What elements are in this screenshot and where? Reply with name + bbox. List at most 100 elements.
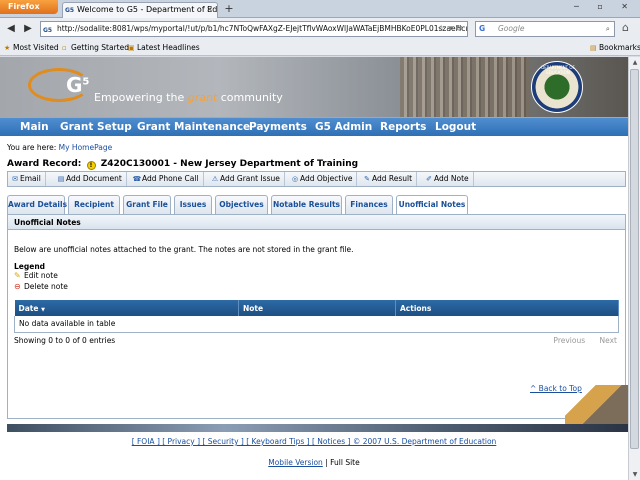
award-record-value: Z420C130001 - New Jersey Department of T… [100, 159, 359, 169]
full-site-label: | Full Site [322, 458, 360, 467]
browser-tab[interactable]: G5 Welcome to G5 - Department of Educati… [62, 2, 218, 18]
breadcrumb: You are here: My HomePage [7, 143, 113, 152]
add-document-button[interactable]: ▤ Add Document [56, 172, 127, 186]
previous-page-button[interactable]: Previous [553, 336, 585, 345]
scroll-thumb[interactable] [630, 69, 639, 449]
bookmarks-icon: ▤ [590, 44, 597, 52]
bookmark-latest-headlines[interactable]: ▣ Latest Headlines [128, 40, 200, 56]
browser-titlebar: Firefox G5 Welcome to G5 - Department of… [0, 0, 640, 18]
page-icon: ▫ [62, 44, 67, 52]
column-date[interactable]: Date ▼ [14, 300, 239, 316]
pagination: Previous Next [541, 336, 617, 345]
add-note-button[interactable]: ✐ Add Note [424, 172, 474, 186]
page-content: G5 Empowering the grant community DEPART… [0, 57, 628, 480]
issue-icon: ⚠ [211, 175, 219, 183]
envelope-icon: ✉ [12, 175, 18, 183]
menu-grant-setup[interactable]: Grant Setup [60, 118, 132, 136]
tab-title: Welcome to G5 - Department of Educati... [77, 5, 218, 14]
browser-navbar: ◀ ▶ G5 http://sodalite:8081/wps/myportal… [0, 18, 640, 40]
vertical-scrollbar[interactable]: ▲ ▼ [628, 57, 640, 480]
next-page-button[interactable]: Next [600, 336, 617, 345]
panel-description: Below are unofficial notes attached to t… [14, 245, 354, 254]
scroll-up-icon[interactable]: ▲ [629, 57, 640, 68]
menu-logout[interactable]: Logout [435, 118, 476, 136]
legend-edit: ✎ Edit note [14, 271, 58, 280]
menu-payments[interactable]: Payments [249, 118, 307, 136]
table-row: No data available in table [14, 316, 619, 333]
result-icon: ✎ [364, 175, 370, 183]
header-banner: G5 Empowering the grant community DEPART… [0, 57, 628, 117]
warning-icon: ! [86, 161, 96, 170]
window-controls[interactable]: ─ ▫ ✕ [574, 2, 636, 11]
forward-icon[interactable]: ▶ [21, 22, 35, 36]
menu-main[interactable]: Main [20, 118, 49, 136]
bookmarks-toolbar: ★ Most Visited ▫ Getting Started ▣ Latest H… [0, 40, 640, 56]
tab-grant-file[interactable]: Grant File [123, 195, 171, 214]
library-shelves [400, 57, 530, 117]
award-record-title: Award Record: ! Z420C130001 - New Jersey… [7, 159, 359, 170]
legend-title: Legend [14, 262, 46, 271]
phone-icon: ☎ [132, 175, 142, 183]
search-input[interactable]: G Google ⌕ [475, 21, 615, 37]
rss-icon: ▣ [128, 44, 135, 52]
tagline: Empowering the grant community [94, 91, 283, 104]
tab-objectives[interactable]: Objectives [215, 195, 268, 214]
table-info: Showing 0 to 0 of 0 entries [14, 336, 116, 345]
add-result-button[interactable]: ✎ Add Result [362, 172, 418, 186]
tab-unofficial-notes[interactable]: Unofficial Notes [396, 195, 468, 215]
breadcrumb-home-link[interactable]: My HomePage [59, 143, 113, 152]
tab-award-details[interactable]: Award Details [7, 195, 67, 214]
tab-finances[interactable]: Finances [345, 195, 393, 214]
site-favicon-icon: G5 [43, 27, 53, 34]
menu-g5-admin[interactable]: G5 Admin [315, 118, 372, 136]
action-toolbar: ✉ Email ▤ Add Document ☎Add Phone Call ⚠ Ad… [7, 171, 626, 187]
add-phone-call-button[interactable]: ☎Add Phone Call [132, 172, 204, 186]
mobile-version-link[interactable]: Mobile Version [268, 458, 323, 467]
main-menu: Main Grant Setup Grant Maintenance Payme… [0, 117, 628, 136]
email-button[interactable]: ✉ Email [10, 172, 46, 186]
back-icon[interactable]: ◀ [4, 22, 18, 36]
notes-table: Date ▼ Note Actions No data available in… [14, 300, 619, 333]
bookmark-folder-icon: ★ [4, 44, 11, 52]
tab-issues[interactable]: Issues [174, 195, 212, 214]
url-bar[interactable]: G5 http://sodalite:8081/wps/myportal/!ut… [40, 21, 468, 37]
g5-favicon-icon: G5 [65, 7, 75, 14]
firefox-menu-button[interactable]: Firefox [0, 0, 58, 14]
scroll-down-icon[interactable]: ▼ [629, 469, 640, 480]
tab-strip: Award Details Recipient Grant File Issue… [7, 195, 628, 215]
bookmark-getting-started[interactable]: ▫ Getting Started [62, 40, 129, 56]
delete-icon: ⊖ [14, 282, 21, 291]
add-objective-button[interactable]: ◎ Add Objective [290, 172, 358, 186]
panel-title: Unofficial Notes [8, 215, 625, 230]
note-icon: ✐ [426, 175, 432, 183]
add-grant-issue-button[interactable]: ⚠ Add Grant Issue [210, 172, 285, 186]
new-tab-button[interactable]: + [222, 3, 236, 16]
empty-table-message: No data available in table [14, 316, 619, 333]
search-placeholder: Google [498, 24, 525, 33]
back-to-top-link[interactable]: ^ Back to Top [530, 384, 582, 393]
legend-delete: ⊖ Delete note [14, 282, 68, 291]
g5-logo: G5 [66, 73, 90, 97]
department-seal: DEPARTMENT OF EDUCATION [531, 61, 583, 113]
tab-recipient[interactable]: Recipient [68, 195, 120, 214]
menu-reports[interactable]: Reports [380, 118, 426, 136]
pencil-icon: ✎ [14, 271, 21, 280]
footer-strip [7, 424, 628, 432]
tab-notable-results[interactable]: Notable Results [271, 195, 342, 214]
magnifier-icon[interactable]: ⌕ [606, 22, 610, 36]
browser-chrome: Firefox G5 Welcome to G5 - Department of… [0, 0, 640, 57]
home-icon[interactable]: ⌂ [622, 21, 629, 34]
close-tab-icon[interactable]: ✕ [206, 3, 213, 17]
document-icon: ▤ [57, 175, 65, 183]
bookmark-star-icon[interactable]: ☆ ▾ ↻ [437, 22, 463, 36]
bookmark-most-visited[interactable]: ★ Most Visited [4, 40, 59, 56]
menu-grant-maintenance[interactable]: Grant Maintenance [137, 118, 250, 136]
footer-version-switch: Mobile Version | Full Site [0, 458, 628, 467]
column-actions[interactable]: Actions [395, 300, 619, 316]
bookmarks-menu[interactable]: ▤ Bookmarks [590, 40, 640, 56]
objective-icon: ◎ [291, 175, 299, 183]
url-text: http://sodalite:8081/wps/myportal/!ut/p/… [57, 24, 468, 33]
footer-links[interactable]: [ FOIA ] [ Privacy ] [ Security ] [ Keyb… [0, 437, 628, 446]
sort-desc-icon: ▼ [41, 306, 45, 313]
column-note[interactable]: Note [238, 300, 396, 316]
